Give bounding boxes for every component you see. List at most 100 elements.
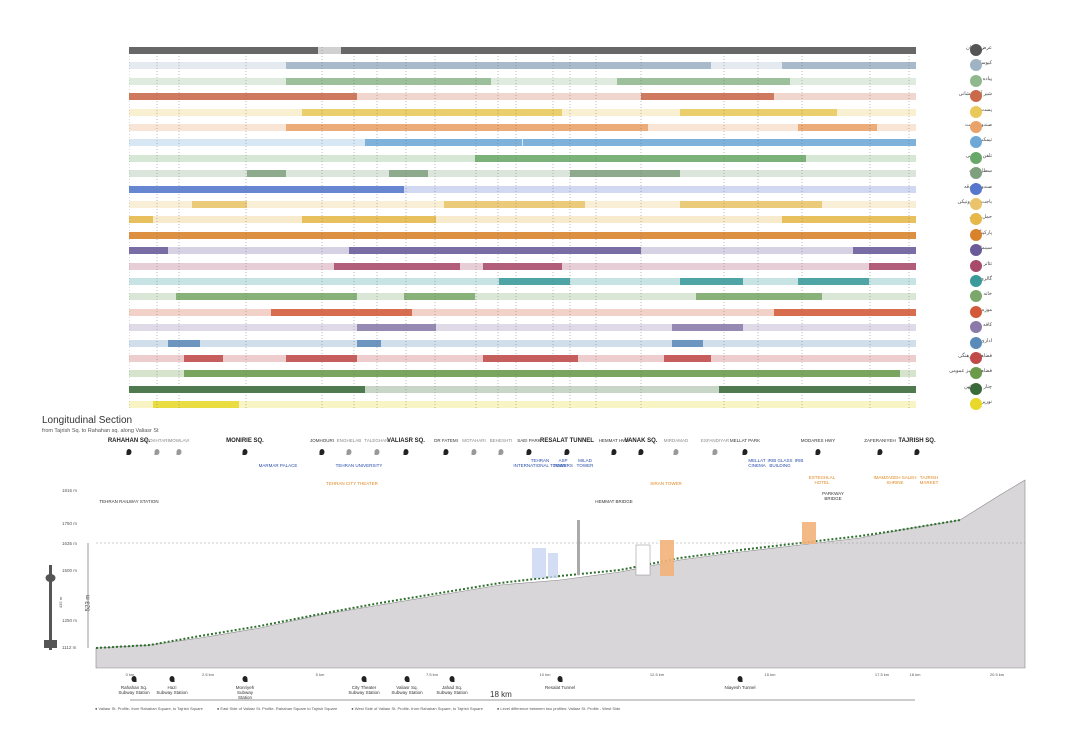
legend-item: پیاده bbox=[922, 74, 1062, 89]
elevation-label: 1112 m bbox=[62, 645, 77, 650]
station-label: ENGHELAB bbox=[336, 438, 362, 443]
location-pin-icon bbox=[742, 449, 748, 455]
station-label: MELLAT PARK bbox=[729, 438, 761, 443]
location-pin-icon bbox=[712, 449, 718, 455]
km-label: 2.5 km bbox=[201, 672, 215, 677]
station-label: DR FATEMI bbox=[434, 438, 458, 443]
subway-station-label: Niayesh Tunnel bbox=[724, 685, 756, 690]
legend-label: تئاتر bbox=[983, 260, 992, 267]
facility-timeline bbox=[129, 47, 916, 409]
tower-height-label: 435 m bbox=[58, 596, 64, 609]
legend-item: صندوق پست bbox=[922, 121, 1062, 135]
location-pin-icon bbox=[815, 449, 821, 455]
bench-icon bbox=[970, 136, 982, 149]
tree-icon bbox=[970, 382, 982, 395]
section-height-label: 523 m bbox=[85, 594, 92, 612]
footer-legend: ● Valiasr St. Profile- from Rahahan Squa… bbox=[95, 706, 634, 711]
landmark-label: ASP TOWERS bbox=[553, 458, 573, 468]
km-label: 7.5 km bbox=[425, 672, 439, 677]
timeline-gridlines bbox=[129, 47, 910, 409]
station-label: MONIRIE SQ. bbox=[226, 438, 264, 444]
location-pin-icon bbox=[877, 449, 883, 455]
house-icon bbox=[970, 290, 982, 303]
legend-item: سطل زباله bbox=[922, 167, 1062, 181]
legend-item: موزه bbox=[922, 305, 1062, 320]
location-pin-icon bbox=[526, 449, 532, 455]
location-pin-icon bbox=[242, 449, 248, 455]
building bbox=[635, 544, 651, 576]
landmark-label: MILAD TOWER bbox=[576, 458, 594, 468]
location-pin-icon bbox=[914, 449, 920, 455]
legend-item: تئاتر bbox=[922, 259, 1062, 274]
legend-label: سینما bbox=[980, 245, 992, 252]
location-pin-icon bbox=[374, 449, 380, 455]
location-pin-icon bbox=[611, 449, 617, 455]
legend-item: خانه bbox=[922, 290, 1062, 304]
subway-pin-icon bbox=[169, 676, 175, 682]
subway-pin-icon bbox=[404, 676, 410, 682]
km-label: 18 km bbox=[909, 672, 921, 677]
building bbox=[802, 522, 816, 544]
transport-icon bbox=[970, 213, 982, 226]
light-icon bbox=[970, 398, 982, 411]
legend-item: گالری bbox=[922, 275, 1062, 289]
atm-icon bbox=[970, 198, 982, 210]
legend-item: نورپردازی bbox=[922, 398, 1062, 412]
landmark-label: MARMAR PALACE bbox=[258, 463, 298, 468]
elevation-label: 1500 m bbox=[62, 568, 78, 573]
museum-icon bbox=[970, 305, 982, 318]
charity-box-icon bbox=[970, 182, 982, 195]
legend-item: پست برق bbox=[922, 105, 1062, 120]
km-label: 5 km bbox=[315, 672, 325, 677]
location-pin-icon bbox=[498, 449, 504, 455]
location-pin-icon bbox=[154, 449, 160, 455]
location-pin-icon bbox=[638, 449, 644, 455]
legend-item: کیوسک bbox=[922, 59, 1062, 73]
station-label: MIRDAMAD bbox=[663, 438, 689, 443]
total-distance: 18 km bbox=[490, 690, 512, 699]
subway-station-label: Jahad Sq. Subway Station bbox=[436, 685, 468, 695]
station-label: VANAK SQ. bbox=[624, 438, 658, 444]
office-icon bbox=[970, 336, 982, 349]
legend-item: شیر آتش نشانی bbox=[922, 90, 1062, 104]
elevation-label: 1750 m bbox=[62, 521, 78, 526]
km-label: 0 km bbox=[125, 672, 135, 677]
legend-label: خانه bbox=[983, 291, 992, 298]
elevation-label: 1635 m bbox=[62, 541, 78, 546]
km-label: 10 km bbox=[539, 672, 551, 677]
station-label: MODARES HWY bbox=[800, 438, 836, 443]
subway-pin-icon bbox=[557, 676, 563, 682]
pedestrian-icon bbox=[970, 74, 982, 87]
siran-tower-shape bbox=[660, 540, 674, 576]
subway-station-label: Valiasr Sq. Subway Station bbox=[391, 685, 423, 695]
legend-item: اداری bbox=[922, 336, 1062, 351]
station-label: JOMHOURI bbox=[310, 438, 334, 443]
legend-item: پارکینگ bbox=[922, 228, 1062, 243]
station-label: VALIASR SQ. bbox=[387, 438, 425, 444]
subway-station-label: City Theater Subway Station bbox=[348, 685, 380, 695]
station-label: SAEI PARK bbox=[517, 438, 541, 443]
terrain-profile bbox=[95, 479, 1026, 669]
legend-item: فضاهای فرهنگی bbox=[922, 352, 1062, 366]
building bbox=[532, 548, 546, 578]
landmark-label: TEHRAN RAILWAY STATION bbox=[99, 499, 159, 504]
subway-pin-icon bbox=[361, 676, 367, 682]
kiosk-icon bbox=[970, 59, 982, 72]
location-pin-icon bbox=[443, 449, 449, 455]
km-label: 17.5 km bbox=[874, 672, 890, 677]
footer-legend-item: ● Level difference between two profiles:… bbox=[496, 706, 621, 711]
parking-icon bbox=[970, 228, 982, 241]
station-label: ESFANDIYAR bbox=[700, 438, 730, 443]
station-label: TALEGHANI bbox=[364, 438, 390, 443]
landmark-label: IRIB GLASS BUILDING bbox=[767, 458, 793, 468]
road-icon bbox=[970, 44, 982, 56]
landmark-label: ESTEGHLAL HOTEL bbox=[808, 475, 836, 485]
subway-station-label: Resalat Tunnel bbox=[544, 685, 576, 690]
station-label: ZAFERANIYEH bbox=[864, 438, 896, 443]
cinema-icon bbox=[970, 244, 982, 257]
street-line bbox=[95, 519, 961, 649]
landmark-label: IRIB bbox=[794, 458, 804, 463]
elevation-label: 1250 m bbox=[62, 618, 78, 623]
landmark-label: TAJRISH MARKET bbox=[919, 475, 939, 485]
legend-item: فضاهای سبز عمومی bbox=[922, 367, 1062, 381]
